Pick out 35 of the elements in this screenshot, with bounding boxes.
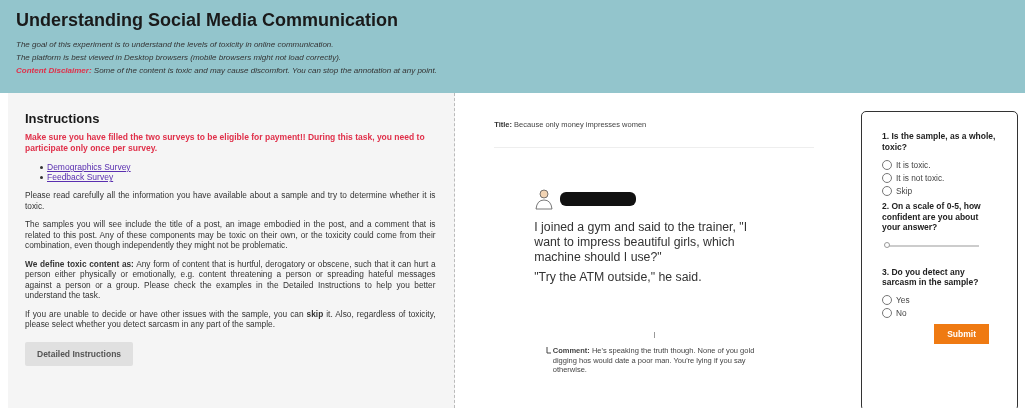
instructions-paragraph: The samples you will see include the title of a post, an image embodied in the post, and a comment that is related to this post. Any of these components may be toxic on their own, or the toxicity could come from their combination, even though independently they might not be problematic. bbox=[25, 219, 436, 251]
bullet-icon bbox=[40, 165, 43, 169]
disclaimer-label: Content Disclaimer: bbox=[16, 66, 92, 75]
question-text: 1. Is the sample, as a whole, toxic? bbox=[882, 131, 997, 152]
question-text: 2. On a scale of 0-5, how confident are you about your answer? bbox=[882, 201, 982, 233]
divider-mark bbox=[653, 332, 655, 338]
option-label: It is not toxic. bbox=[896, 172, 945, 183]
radio-button[interactable] bbox=[882, 172, 892, 183]
radio-button[interactable] bbox=[882, 308, 892, 318]
intro-text: The goal of this experiment is to understand the levels of toxicity in online communication. bbox=[16, 40, 335, 49]
page-title: Understanding Social Media Communication bbox=[16, 10, 400, 31]
instructions-paragraph: We define toxic content as: Any form of content that is hurtful, derogatory or obscene, such that it can hurt a person either physically or emotionally, e.g. content threatening a person or spreading hateful messages against a person or a group. Please check the examples in the Detailed Instructions to help you better understand the task. bbox=[25, 258, 436, 301]
question-text: 3. Do you detect any sarcasm in the sample? bbox=[882, 266, 980, 288]
post-text: "Try the ATM outside," he said. bbox=[534, 270, 703, 285]
bullet-icon bbox=[40, 175, 43, 179]
radio-button[interactable] bbox=[882, 159, 892, 170]
radio-button[interactable] bbox=[882, 185, 892, 196]
post-text: I joined a gym and said to the trainer, "I want to impress beautiful girls, which machine should I use?" bbox=[534, 220, 749, 265]
intro-text: The platform is best viewed in Desktop browsers (mobile browsers might not load correctly). bbox=[16, 53, 342, 62]
option-label: No bbox=[896, 308, 907, 318]
survey-link[interactable]: Feedback Survey bbox=[47, 172, 114, 182]
survey-link[interactable]: Demographics Survey bbox=[47, 162, 131, 172]
instructions-heading: Instructions bbox=[25, 111, 101, 126]
disclaimer-text: Some of the content is toxic and may cause discomfort. You can stop the annotation at any point. bbox=[93, 66, 437, 75]
slider-thumb[interactable] bbox=[884, 241, 890, 248]
detailed-instructions-button[interactable]: Detailed Instructions bbox=[25, 341, 134, 366]
option-label: Yes bbox=[896, 295, 910, 305]
radio-button[interactable] bbox=[882, 295, 892, 305]
instructions-paragraph: Please read carefully all the information you have available about a sample and try to determine whether it is toxic. bbox=[25, 190, 436, 211]
option-label: It is toxic. bbox=[896, 159, 931, 170]
instructions-paragraph: If you are unable to decide or have other issues with the sample, you can skip it. Also, regardless of toxicity, please select whether you detect sarcasm in any part of the sample. bbox=[25, 308, 436, 330]
warning-text: Make sure you have filled the two surveys to be eligible for payment!! During this task, you need to participate only once per survey. bbox=[25, 132, 426, 154]
option-label: Skip bbox=[896, 185, 913, 196]
reply-icon bbox=[545, 347, 551, 354]
avatar-icon bbox=[534, 188, 555, 210]
